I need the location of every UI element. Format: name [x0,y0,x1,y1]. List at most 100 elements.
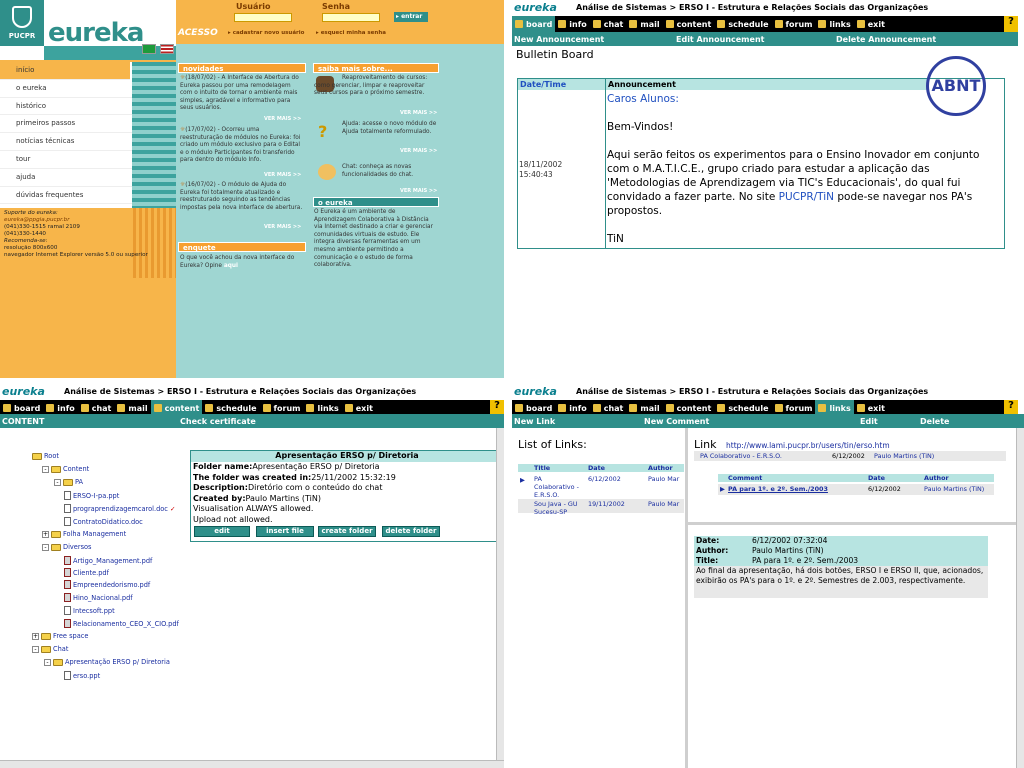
nav-mail[interactable]: mail [626,16,662,32]
exit-icon [856,20,865,28]
entrar-button[interactable]: ▸ entrar [394,12,428,22]
support-line: Suporte do eureka: [4,210,58,216]
tree-file[interactable]: Empreendedorismo.pdf [64,580,150,589]
nav-board[interactable]: board [512,16,556,32]
nav-info[interactable]: info [555,16,589,32]
saiba-item-1: Reaproveitamento de cursos: como gerenci… [314,75,428,97]
cadastrar-link[interactable]: ▸ cadastrar novo usuário [228,30,304,36]
tree-folder[interactable]: - Chat [32,645,68,653]
senha-label: Senha [322,2,350,11]
tree-file[interactable]: Artigo_Management.pdf [64,556,152,565]
tree-file[interactable]: Cliente.pdf [64,568,109,577]
tree-folder[interactable]: - Apresentação ERSO p/ Diretoria [44,658,170,666]
help-question-icon: ? [318,122,328,141]
enquete-header: enquete [178,242,306,252]
ver-mais-link-2[interactable]: VER MAIS >> [264,172,301,178]
tree-file[interactable]: Relacionamento_CEO_X_CIO.pdf [64,619,179,628]
pane-divider[interactable] [685,428,688,768]
tree-file[interactable]: prograprendizagemcarol.doc ✓ [64,504,175,513]
edit-link[interactable]: Edit [860,417,878,426]
support-line: Recomenda-se: [4,238,48,244]
content-icon [665,404,674,412]
ver-mais-link-1[interactable]: VER MAIS >> [264,116,301,122]
tree-file[interactable]: Hino_Nacional.pdf [64,593,133,602]
edit-announcement-link[interactable]: Edit Announcement [676,35,764,44]
content-label: CONTENT [2,416,45,426]
mail-icon [629,20,638,28]
expand-toggle-icon[interactable]: - [44,658,51,666]
tree-folder[interactable]: - PA [54,478,83,486]
create-folder-button[interactable]: create folder [318,526,376,537]
tree-folder[interactable]: + Folha Management [42,530,126,538]
new-comment-link[interactable]: New Comment [644,417,709,426]
usuario-input[interactable] [234,13,292,22]
brazil-flag-icon[interactable] [142,44,156,54]
tree-file[interactable]: ERSO-I-pa.ppt [64,491,119,500]
breadcrumb: Análise de Sistemas > ERSO I - Estrutura… [64,387,417,396]
saiba-ver-mais-2[interactable]: VER MAIS >> [400,148,437,154]
comments-header: Comment Date Author [718,474,994,482]
delete-folder-button[interactable]: delete folder [382,526,440,537]
expand-toggle-icon[interactable]: - [42,543,49,551]
expand-toggle-icon[interactable]: - [54,478,61,486]
nav-links[interactable]: links [815,16,853,32]
links-list-title: List of Links: [518,438,587,451]
edit-button[interactable]: edit [194,526,250,537]
action-bar: New Link New Comment Edit Delete [512,414,1024,428]
vertical-scrollbar[interactable] [1016,428,1024,768]
delete-link[interactable]: Delete [920,417,949,426]
tree-folder[interactable]: Root [32,452,59,460]
check-certificate-link[interactable]: Check certificate [180,417,256,426]
folder-icon [63,478,73,486]
acesso-label: ACESSO [178,28,218,38]
usa-flag-icon[interactable] [160,44,174,54]
saiba-ver-mais-1[interactable]: VER MAIS >> [400,110,437,116]
new-announcement-link[interactable]: New Announcement [514,35,604,44]
link-url[interactable]: http://www.lami.pucpr.br/users/tin/erso.… [726,441,890,450]
file-icon [64,580,71,589]
links-icon [306,404,315,412]
nav-chat[interactable]: chat [590,16,627,32]
new-link-link[interactable]: New Link [514,417,555,426]
content-icon [665,20,674,28]
vertical-scrollbar[interactable] [496,428,504,760]
module-navbar: board info chat mail content schedule forum lin… [512,16,1018,32]
nav-exit[interactable]: exit [854,16,888,32]
expand-toggle-icon[interactable]: + [32,632,39,640]
signature: TiN [607,233,624,245]
table-row[interactable]: Sou Java - GU Sucesu-SP 19/11/2002 Paulo… [518,499,684,516]
comment-row[interactable]: ▶ PA para 1º. e 2º. Sem./2003 6/12/2002 … [718,484,994,495]
tree-file[interactable]: Intecsoft.ppt [64,606,115,615]
esqueci-senha-link[interactable]: ▸ esqueci minha senha [316,30,386,36]
saiba-ver-mais-3[interactable]: VER MAIS >> [400,188,437,194]
eureka-logo-small: eureka [514,1,557,14]
nav-content[interactable]: content [663,16,715,32]
pane-divider-horizontal[interactable] [688,522,1024,525]
support-line[interactable]: eureka@ppgia.pucpr.br [4,217,174,224]
expand-toggle-icon[interactable]: + [42,530,49,538]
expand-toggle-icon[interactable]: - [42,465,49,473]
site-link[interactable]: PUCPR/TiN [779,191,834,203]
nav-forum[interactable]: forum [772,16,816,32]
expand-toggle-icon[interactable]: - [32,645,39,653]
chat-icon [80,404,89,412]
support-line: resolução 800x600 [4,245,58,251]
ver-mais-link-3[interactable]: VER MAIS >> [264,224,301,230]
eureka-home-panel: PUCPR eureka início o eureka histórico prim… [0,0,504,378]
tree-folder[interactable]: - Content [42,465,89,473]
tree-folder[interactable]: + Free space [32,632,88,640]
table-row[interactable]: ▶ PA Colaborativo - E.R.S.O. 6/12/2002 P… [518,474,684,499]
enquete-link[interactable]: aqui [224,263,238,269]
saiba-item-3: Chat: conheça as novas funcionalidades d… [342,164,414,178]
tree-file[interactable]: erso.ppt [64,671,100,680]
folder-field: Description:Diretório com o conteúdo do … [193,483,383,492]
help-icon[interactable]: ? [1004,16,1018,32]
delete-announcement-link[interactable]: Delete Announcement [836,35,936,44]
insert-file-button[interactable]: insert file [256,526,314,537]
tree-folder[interactable]: - Diversos [42,543,91,551]
tree-file[interactable]: ContratoDidatico.doc [64,517,143,526]
horizontal-scrollbar[interactable] [0,760,504,768]
senha-input[interactable] [322,13,380,22]
nav-schedule[interactable]: schedule [714,16,771,32]
menu-item-0[interactable]: início [0,62,130,80]
